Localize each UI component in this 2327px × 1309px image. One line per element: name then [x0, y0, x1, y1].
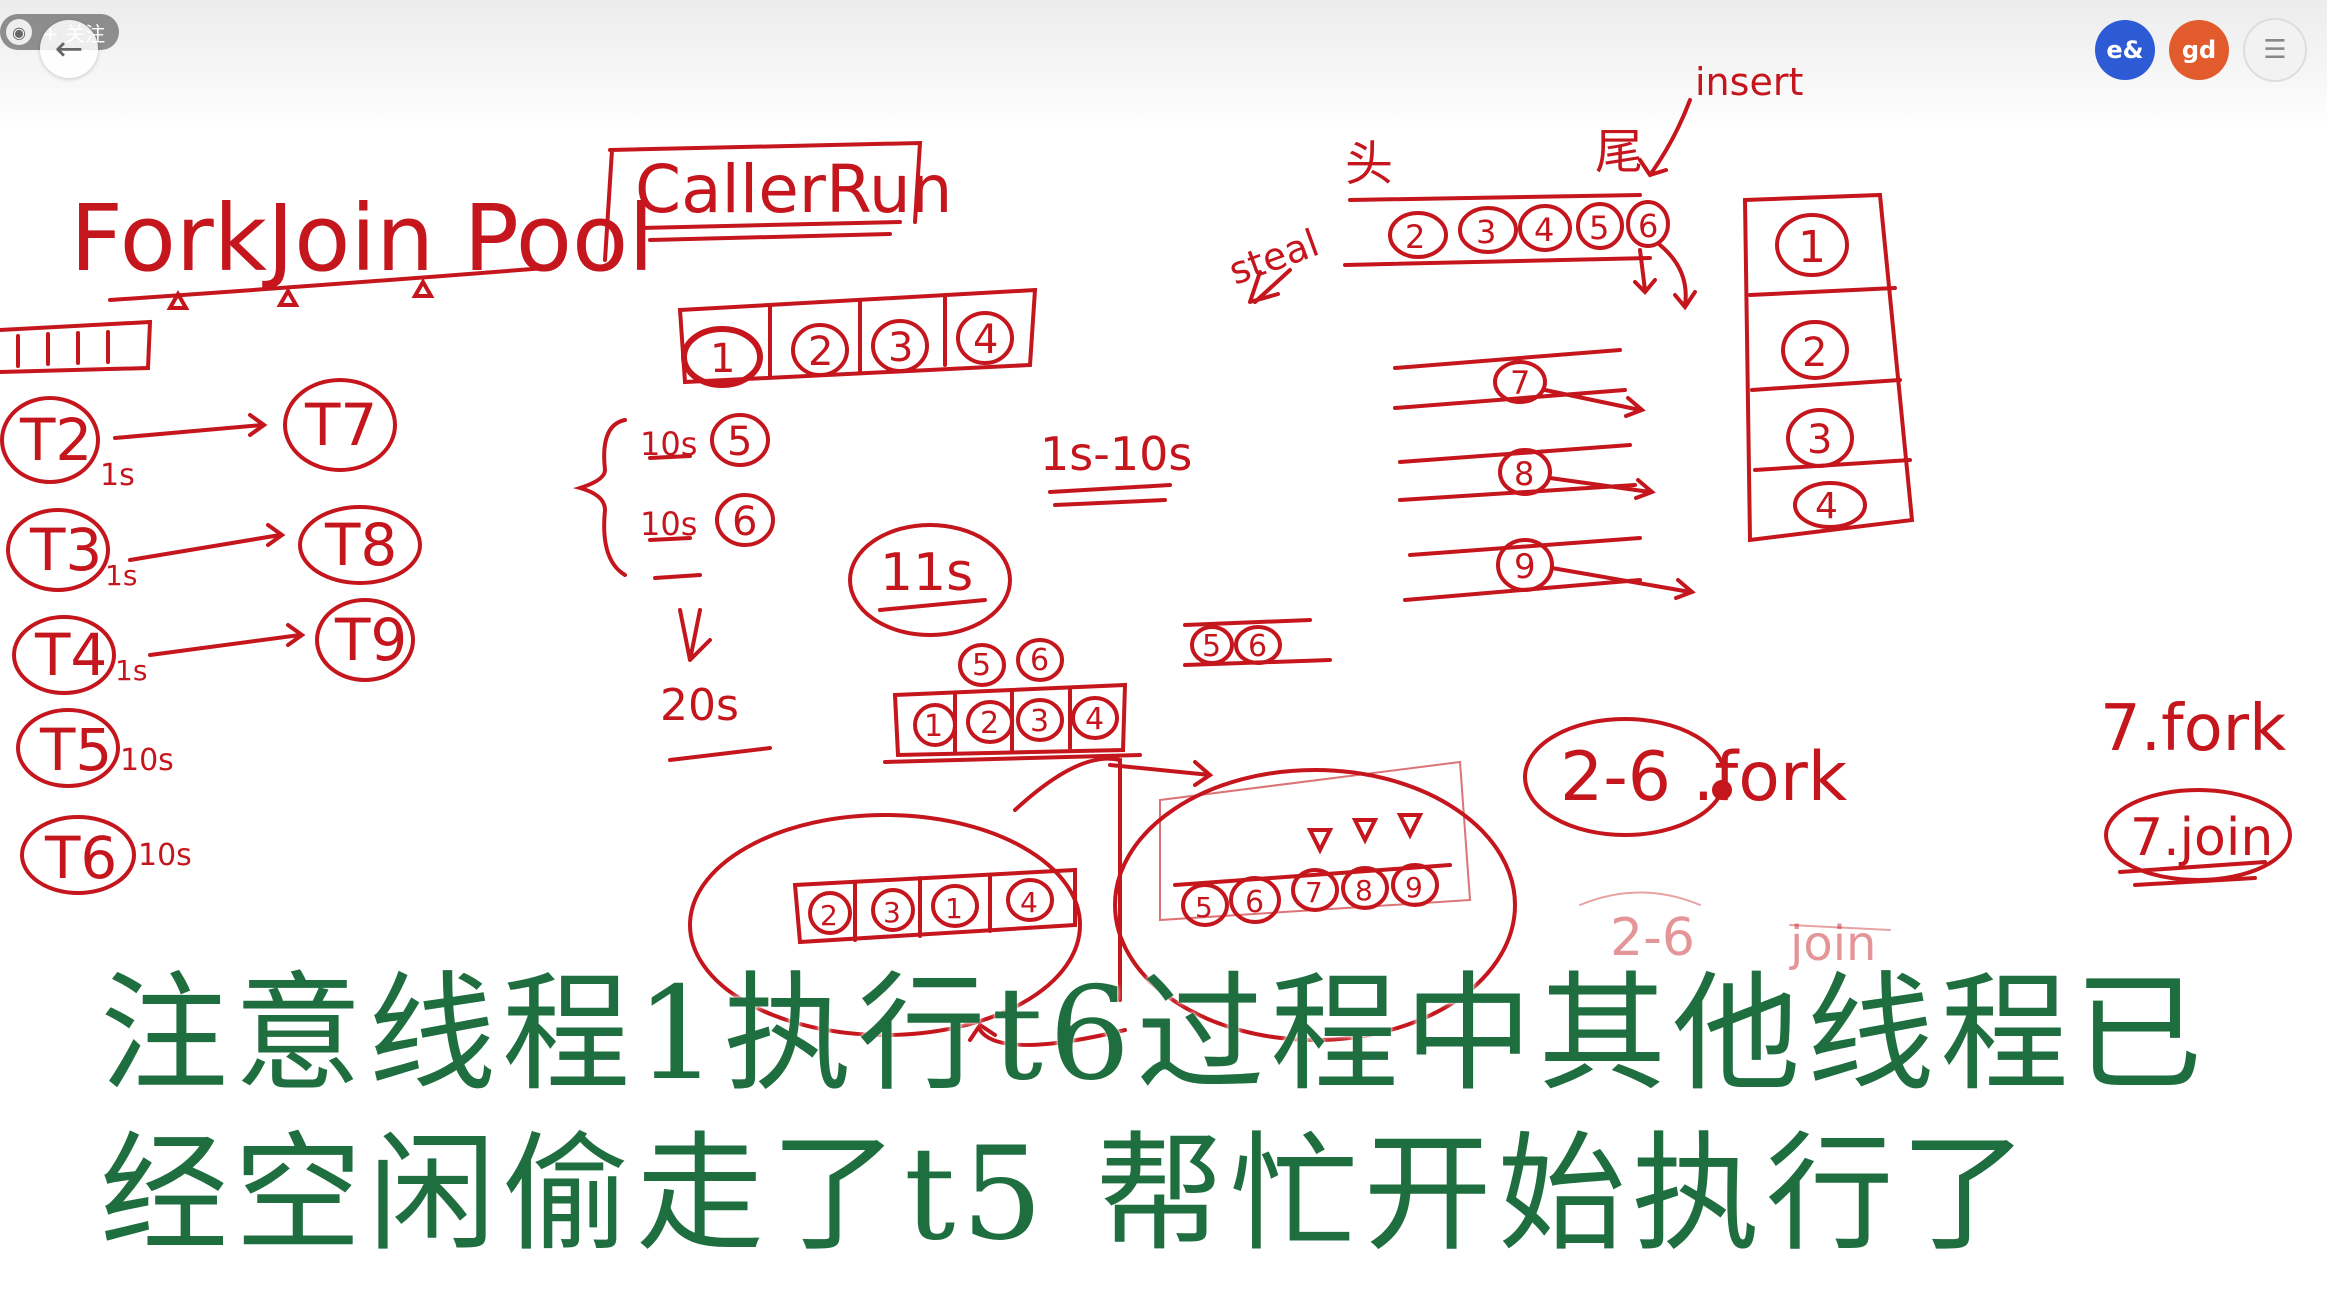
- svg-text:6: 6: [1245, 885, 1264, 920]
- thread-label-t6: T6: [44, 824, 117, 892]
- svg-text:1: 1: [924, 709, 943, 744]
- svg-text:6: 6: [1030, 643, 1049, 678]
- svg-text:4: 4: [1020, 886, 1038, 919]
- svg-text:7: 7: [1510, 364, 1530, 402]
- svg-text:2: 2: [808, 329, 833, 375]
- fork7-label: 7.fork: [2100, 692, 2286, 766]
- svg-text:10s: 10s: [640, 425, 697, 463]
- svg-text:9: 9: [1405, 871, 1423, 904]
- svg-text:10s: 10s: [640, 505, 697, 543]
- join7-label: 7.join: [2130, 808, 2273, 868]
- svg-text:1s: 1s: [115, 654, 147, 687]
- svg-text:4: 4: [1085, 702, 1104, 737]
- svg-text:2: 2: [1405, 218, 1425, 256]
- svg-text:2: 2: [1802, 330, 1827, 376]
- target-t7: T7: [304, 391, 377, 459]
- svg-text:4: 4: [973, 317, 998, 363]
- range-label: 1s-10s: [1040, 427, 1192, 481]
- svg-text:2: 2: [820, 899, 838, 932]
- svg-text:10s: 10s: [120, 743, 174, 778]
- svg-text:3: 3: [888, 325, 913, 371]
- thread-label-t2: T2: [19, 406, 92, 474]
- svg-text:6: 6: [1248, 629, 1267, 664]
- svg-text:8: 8: [1514, 455, 1534, 493]
- svg-text:4: 4: [1534, 211, 1554, 249]
- svg-text:8: 8: [1355, 874, 1373, 907]
- target-t9: T9: [334, 606, 407, 674]
- svg-text:1: 1: [1798, 222, 1826, 273]
- svg-text:6: 6: [732, 499, 757, 545]
- forkjoin-title: ForkJoin Pool: [70, 185, 654, 292]
- thread-label-t5: T5: [39, 716, 112, 784]
- svg-text:3: 3: [1030, 704, 1049, 739]
- svg-text:6: 6: [1638, 207, 1658, 245]
- svg-text:5: 5: [1195, 891, 1213, 924]
- svg-text:5: 5: [727, 419, 752, 465]
- tail-label: 尾: [1595, 124, 1643, 180]
- subtitle-line-2: 经空闲偷走了t5 帮忙开始执行了: [100, 1120, 2034, 1269]
- thread-label-t3: T3: [29, 516, 102, 584]
- insert-label: insert: [1695, 60, 1803, 104]
- target-t8: T8: [324, 511, 397, 579]
- svg-text:10s: 10s: [138, 838, 192, 873]
- svg-text:1s: 1s: [100, 458, 135, 493]
- total-time: 20s: [660, 680, 739, 731]
- svg-text:7: 7: [1305, 876, 1323, 909]
- svg-text:5: 5: [972, 648, 991, 683]
- svg-text:1: 1: [710, 336, 735, 382]
- svg-text:1s: 1s: [105, 559, 137, 592]
- svg-text:9: 9: [1514, 547, 1536, 587]
- svg-text:3: 3: [883, 896, 901, 929]
- caller-title: CallerRun: [635, 151, 953, 228]
- fork-label: 2-6 .fork: [1560, 738, 1848, 817]
- subtitle-line-1: 注意线程1执行t6过程中其他线程已: [100, 960, 2209, 1109]
- thread-label-t4: T4: [34, 621, 107, 689]
- svg-text:2: 2: [980, 706, 999, 741]
- svg-text:3: 3: [1807, 417, 1832, 463]
- svg-text:1: 1: [945, 892, 963, 925]
- circled-time: 11s: [880, 543, 973, 603]
- svg-text:4: 4: [1815, 486, 1838, 527]
- svg-text:3: 3: [1476, 213, 1496, 251]
- head-label: 头: [1345, 136, 1393, 192]
- svg-text:5: 5: [1202, 629, 1221, 664]
- svg-text:5: 5: [1589, 209, 1609, 247]
